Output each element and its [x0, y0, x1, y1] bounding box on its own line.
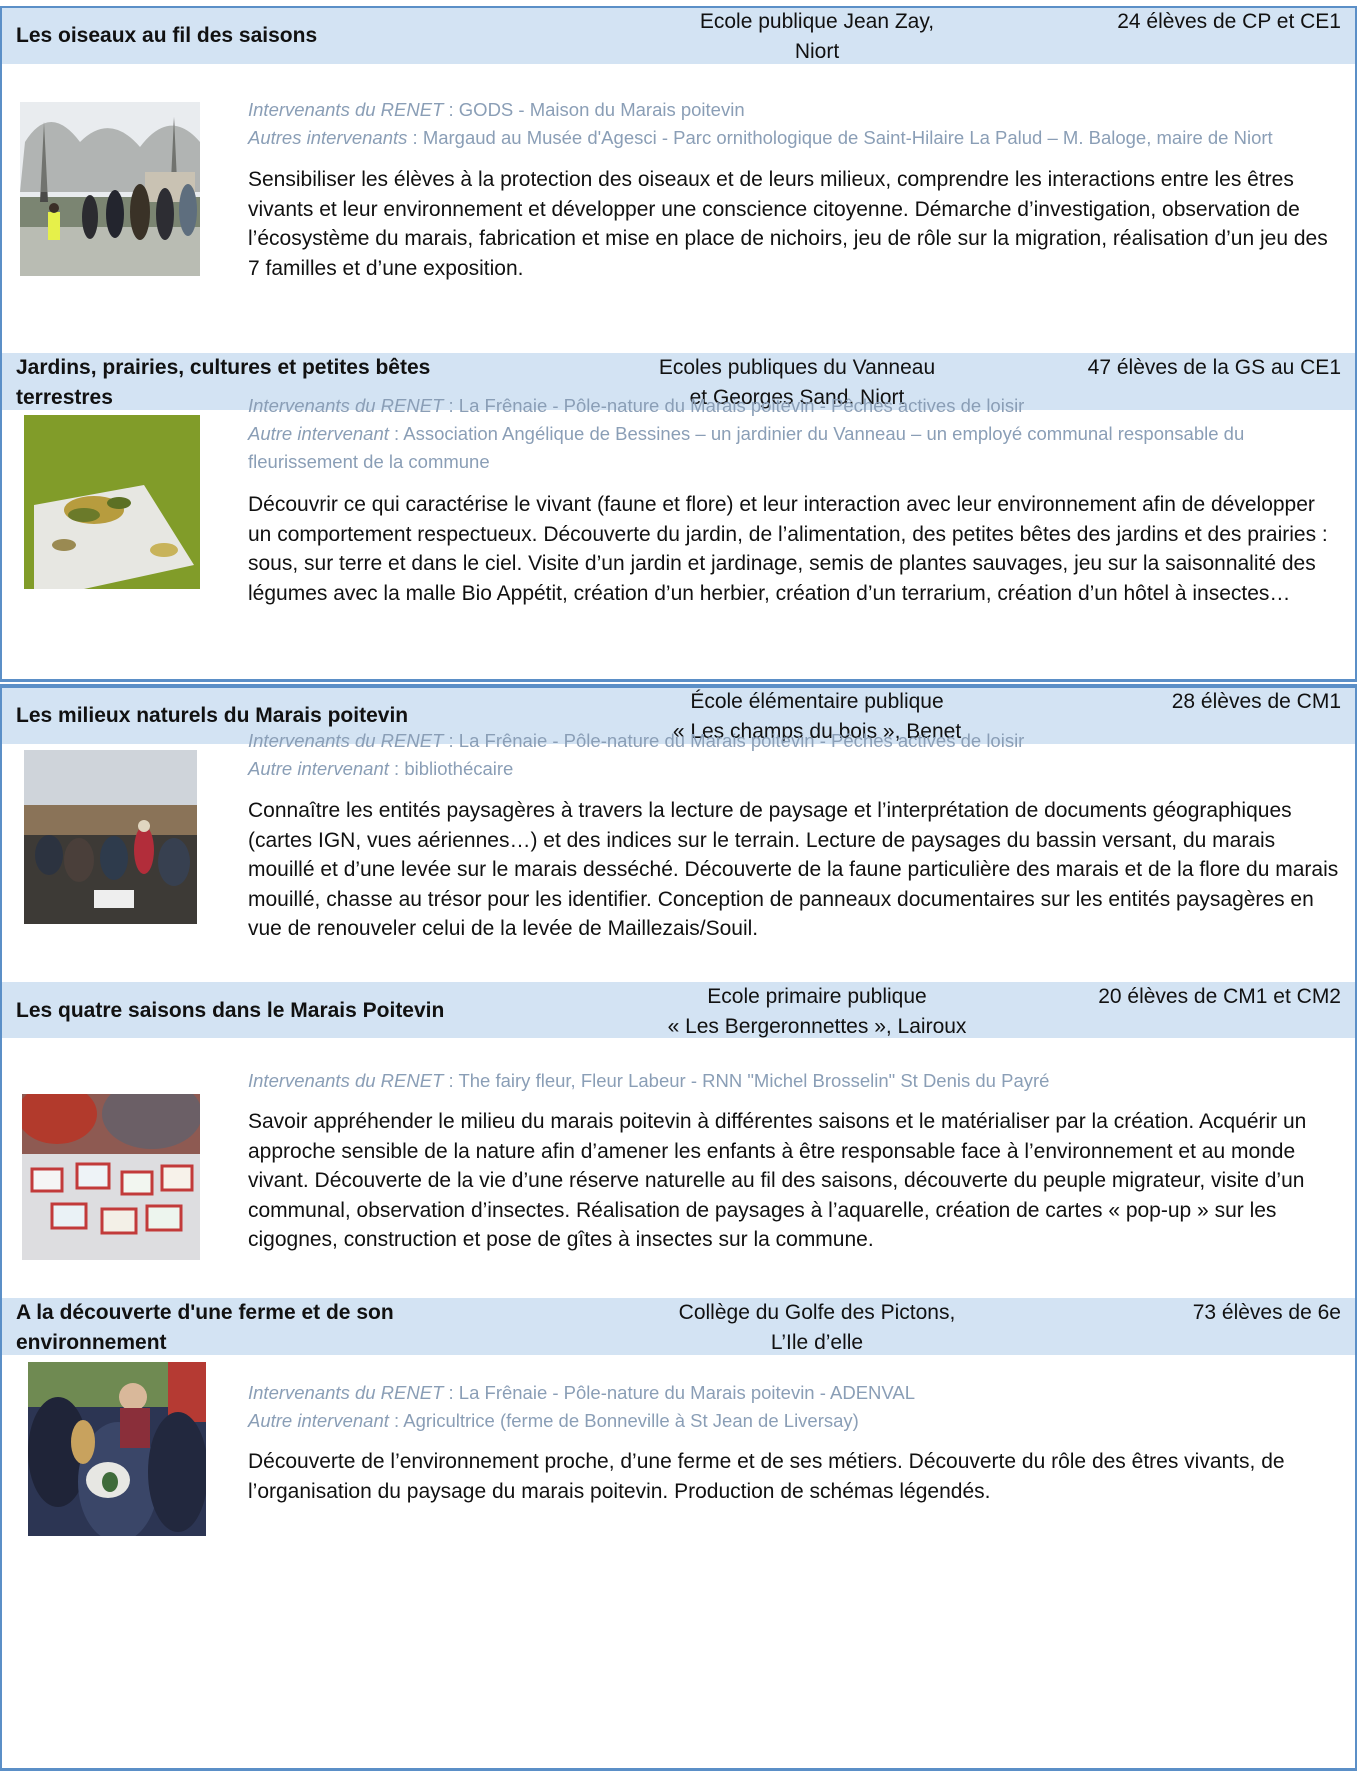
other-intervenants: : bibliothécaire: [388, 758, 514, 779]
other-label: Autres intervenants: [248, 127, 408, 148]
pupil-count: 47 élèves de la GS au CE1: [1087, 356, 1341, 379]
project-group-1: Les oiseaux au fil des saisons Ecole pub…: [0, 6, 1357, 682]
renet-intervenants: : The fairy fleur, Fleur Labeur - RNN "M…: [443, 1070, 1050, 1091]
project-card-quatre-saisons: Les quatre saisons dans le Marais Poitev…: [2, 982, 1355, 1312]
other-intervenants: : Association Angélique de Bessines – un…: [248, 423, 1245, 472]
renet-intervenants: : La Frênaie - Pôle-nature du Marais poi…: [443, 1382, 916, 1403]
project-photo: [24, 750, 197, 924]
renet-label: Intervenants du RENET: [248, 1070, 444, 1091]
pupil-count: 28 élèves de CM1: [1171, 690, 1341, 713]
project-title: Les quatre saisons dans le Marais Poitev…: [16, 999, 445, 1022]
school-name: Ecole publique Jean Zay, Niort: [699, 10, 935, 63]
project-title: A la découverte d'une ferme et de son en…: [16, 1301, 394, 1354]
renet-intervenants: : La Frênaie - Pôle-nature du Marais poi…: [443, 395, 1025, 416]
project-photo: [20, 102, 200, 276]
project-group-2: Les milieux naturels du Marais poitevin …: [0, 684, 1357, 1771]
renet-label: Intervenants du RENET: [248, 1382, 444, 1403]
renet-label: Intervenants du RENET: [248, 730, 444, 751]
other-intervenants: : Margaud au Musée d'Agesci - Parc ornit…: [407, 127, 1273, 148]
intervenants-block: Intervenants du RENET : The fairy fleur,…: [248, 1067, 1341, 1095]
renet-intervenants: : La Frênaie - Pôle-nature du Marais poi…: [443, 730, 1025, 751]
intervenants-block: Intervenants du RENET : La Frênaie - Pôl…: [248, 727, 1341, 783]
project-title: Les oiseaux au fil des saisons: [16, 24, 318, 47]
project-description: Découverte de l’environnement proche, d’…: [248, 1450, 1285, 1503]
project-description: Découvrir ce qui caractérise le vivant (…: [248, 493, 1328, 605]
project-card-oiseaux: Les oiseaux au fil des saisons Ecole pub…: [2, 8, 1355, 318]
project-photo: [28, 1362, 206, 1536]
project-photo: [22, 1094, 200, 1260]
project-description: Sensibiliser les élèves à la protection …: [248, 168, 1328, 280]
school-name: Collège du Golfe des Pictons, L’Ile d’el…: [678, 1301, 956, 1354]
intervenants-block: Intervenants du RENET : GODS - Maison du…: [248, 96, 1341, 152]
pupil-count: 24 élèves de CP et CE1: [1117, 10, 1341, 33]
renet-label: Intervenants du RENET: [248, 395, 444, 416]
project-card-ferme: A la découverte d'une ferme et de son en…: [2, 1298, 1355, 1768]
other-label: Autre intervenant: [248, 1410, 389, 1431]
intervenants-block: Intervenants du RENET : La Frênaie - Pôl…: [248, 392, 1341, 476]
pupil-count: 20 élèves de CM1 et CM2: [1098, 985, 1341, 1008]
other-intervenants: : Agricultrice (ferme de Bonneville à St…: [388, 1410, 859, 1431]
other-label: Autre intervenant: [248, 423, 389, 444]
project-photo: [24, 415, 200, 589]
project-header: Les quatre saisons dans le Marais Poitev…: [2, 982, 1355, 1038]
pupil-count: 73 élèves de 6e: [1192, 1301, 1341, 1324]
project-description: Savoir appréhender le milieu du marais p…: [248, 1110, 1307, 1251]
project-card-jardins: Jardins, prairies, cultures et petites b…: [2, 353, 1355, 683]
project-description: Connaître les entités paysagères à trave…: [248, 799, 1339, 940]
project-header: A la découverte d'une ferme et de son en…: [2, 1298, 1355, 1355]
school-name: Ecole primaire publique « Les Bergeronne…: [667, 985, 967, 1038]
project-header: Les oiseaux au fil des saisons Ecole pub…: [2, 8, 1355, 64]
other-label: Autre intervenant: [248, 758, 389, 779]
intervenants-block: Intervenants du RENET : La Frênaie - Pôl…: [248, 1379, 1341, 1435]
renet-label: Intervenants du RENET: [248, 99, 444, 120]
renet-intervenants: : GODS - Maison du Marais poitevin: [443, 99, 745, 120]
